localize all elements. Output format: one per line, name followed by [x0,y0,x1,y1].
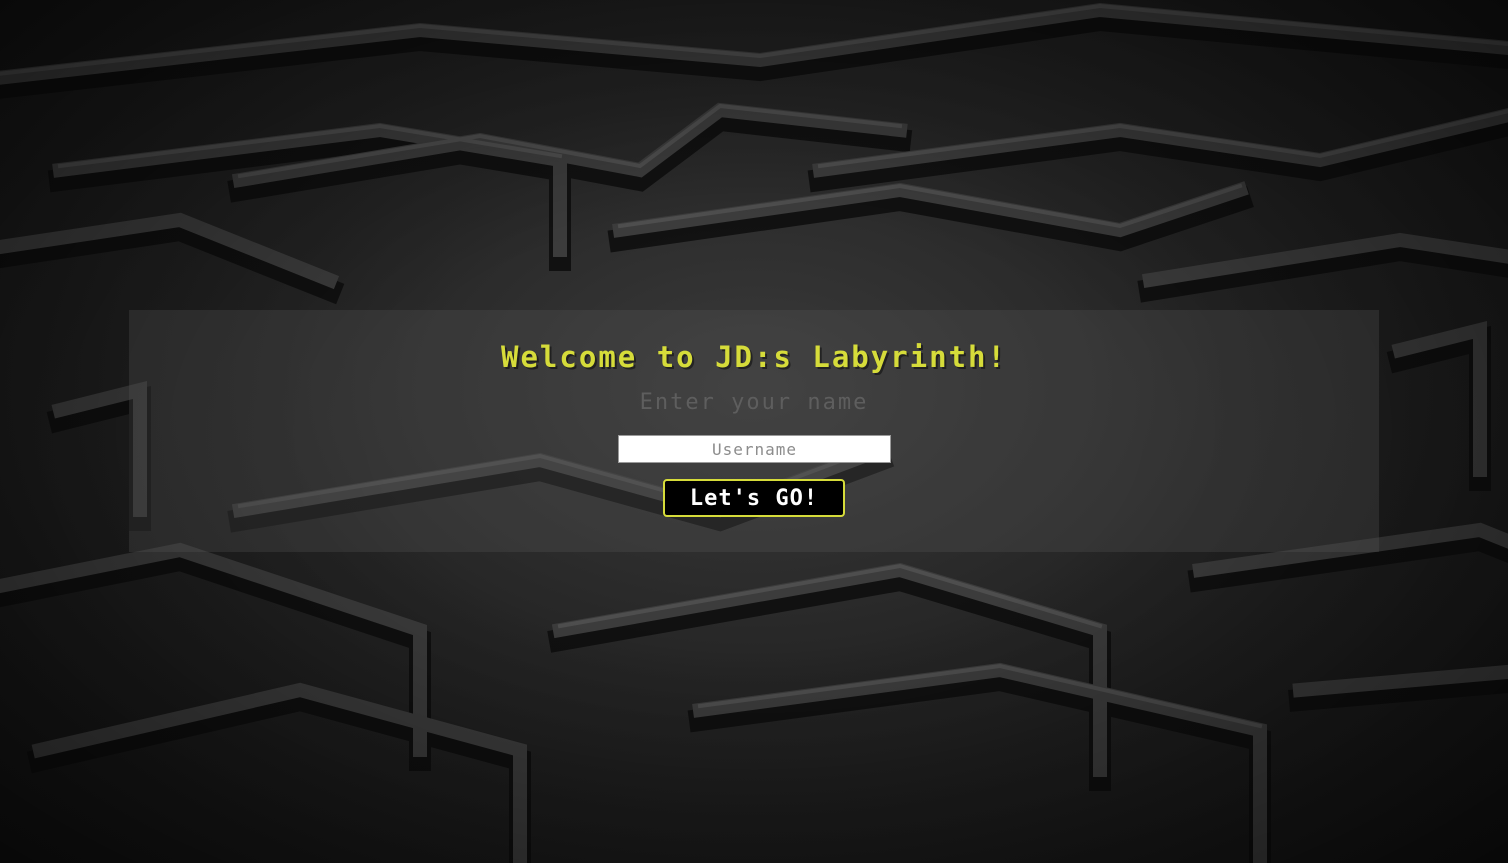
name-prompt: Enter your name [639,390,869,415]
welcome-title: Welcome to JD:s Labyrinth! [501,340,1007,374]
game-start-screen: Welcome to JD:s Labyrinth! Enter your na… [0,0,1508,863]
login-panel: Welcome to JD:s Labyrinth! Enter your na… [129,310,1379,552]
username-input[interactable] [618,435,891,463]
lets-go-button[interactable]: Let's GO! [663,479,845,517]
